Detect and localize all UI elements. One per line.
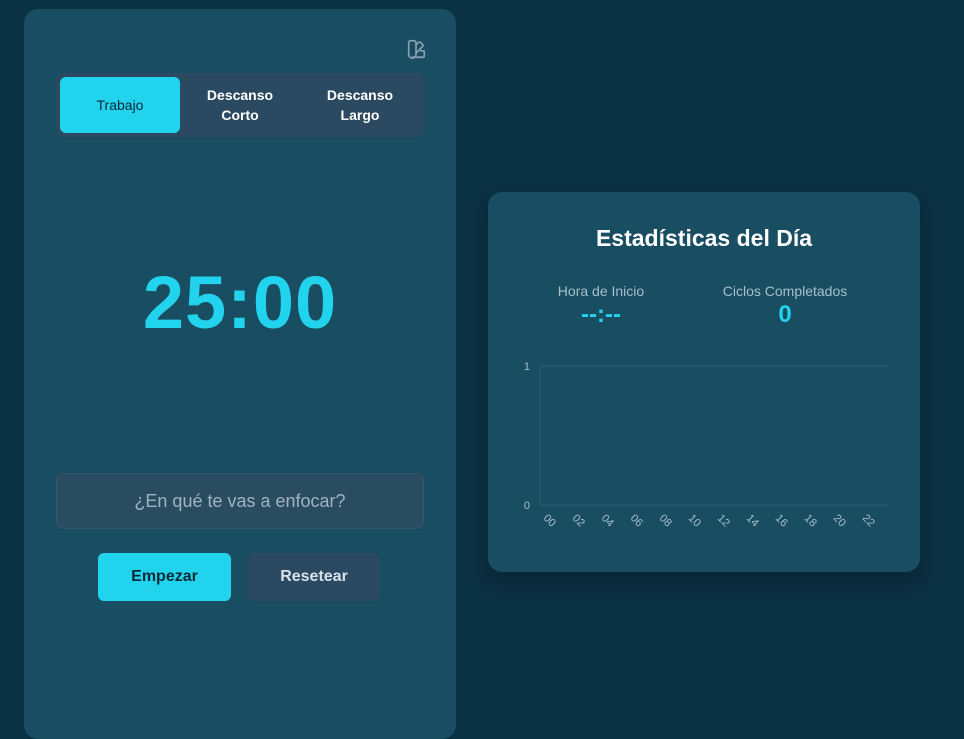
x-tick-label: 10 bbox=[686, 512, 703, 529]
palette-icon bbox=[407, 39, 426, 59]
tab-descanso-largo[interactable]: Descanso Largo bbox=[300, 77, 420, 133]
start-button[interactable]: Empezar bbox=[98, 553, 231, 601]
timer-display: 25:00 bbox=[142, 261, 338, 344]
reset-button[interactable]: Resetear bbox=[248, 553, 380, 601]
y-tick-label: 0 bbox=[524, 500, 530, 512]
x-tick-label: 04 bbox=[599, 512, 616, 529]
theme-toggle-button[interactable] bbox=[404, 37, 428, 61]
x-tick-label: 22 bbox=[860, 512, 877, 529]
x-tick-label: 18 bbox=[802, 512, 819, 529]
timer-card: Trabajo Descanso Corto Descanso Largo 25… bbox=[24, 9, 456, 739]
x-tick-label: 12 bbox=[715, 512, 732, 529]
x-tick-label: 16 bbox=[773, 512, 790, 529]
y-tick-label: 1 bbox=[524, 361, 530, 373]
stats-card: Estadísticas del Día Hora de Inicio --:-… bbox=[488, 192, 920, 572]
x-tick-label: 20 bbox=[831, 512, 848, 529]
x-tick-label: 02 bbox=[570, 512, 587, 529]
tab-descanso-corto[interactable]: Descanso Corto bbox=[180, 77, 300, 133]
tab-trabajo[interactable]: Trabajo bbox=[60, 77, 180, 133]
mode-tabs: Trabajo Descanso Corto Descanso Largo bbox=[56, 73, 424, 137]
x-tick-label: 00 bbox=[541, 512, 558, 529]
x-tick-label: 08 bbox=[657, 512, 674, 529]
x-tick-label: 06 bbox=[628, 512, 645, 529]
focus-input[interactable] bbox=[56, 473, 424, 529]
x-tick-label: 14 bbox=[744, 512, 761, 529]
hourly-chart: 0 1 00 02 04 06 08 10 12 14 16 18 20 22 bbox=[524, 361, 888, 529]
